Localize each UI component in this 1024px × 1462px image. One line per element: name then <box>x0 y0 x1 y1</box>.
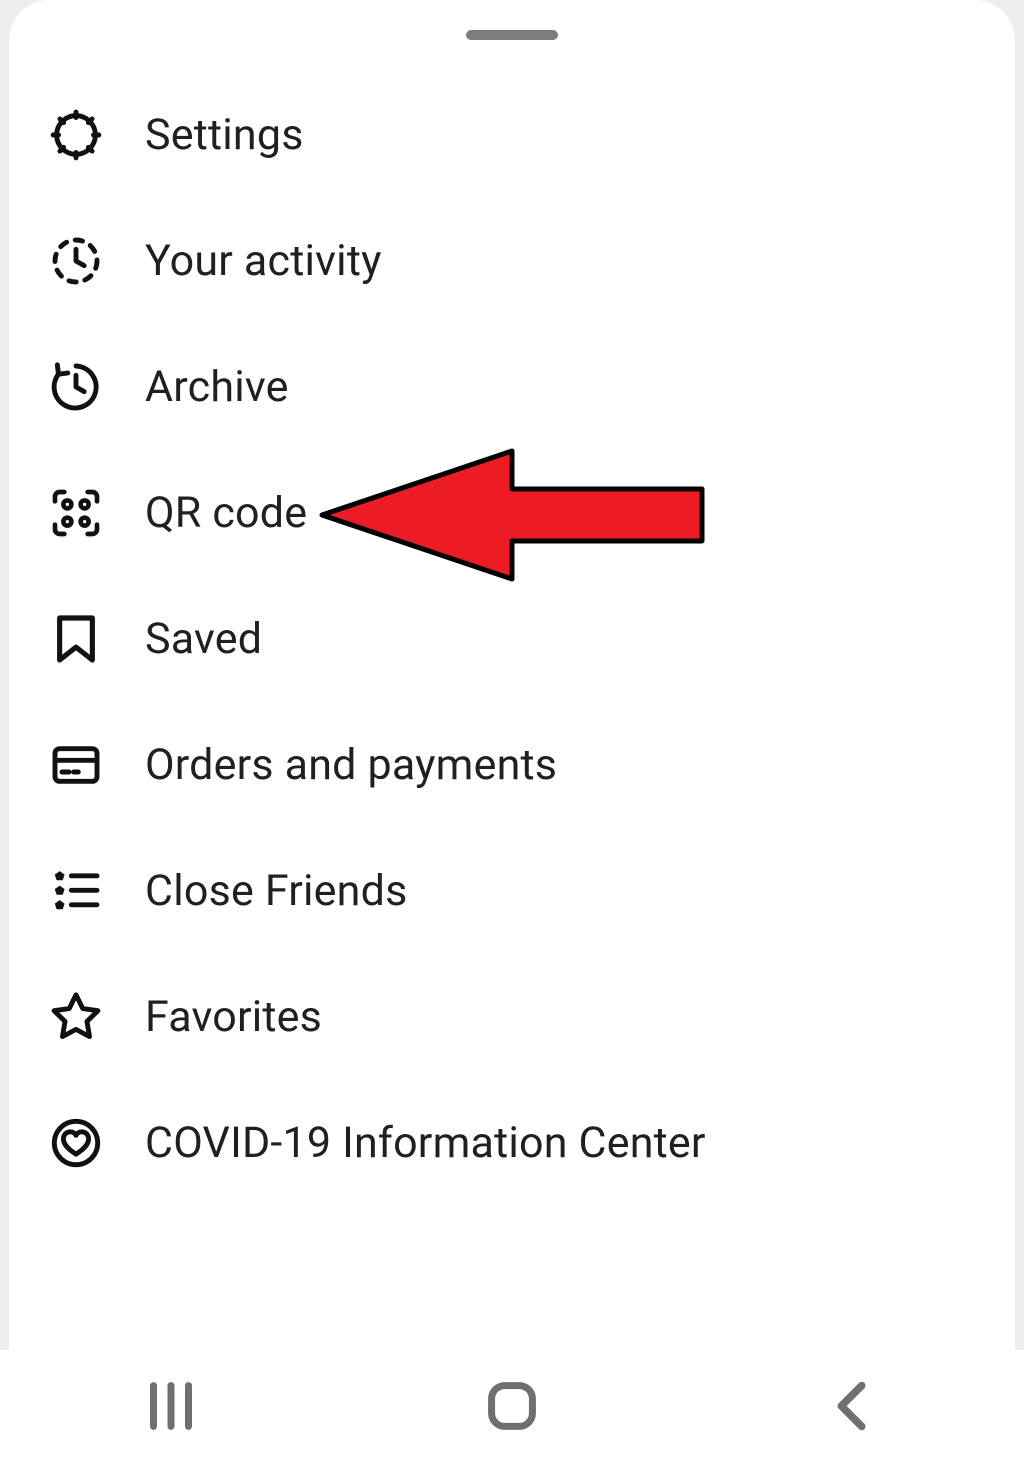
nav-recents-button[interactable] <box>71 1350 271 1462</box>
menu-item-settings[interactable]: Settings <box>9 72 1015 198</box>
menu-item-label: Close Friends <box>145 866 407 916</box>
menu-item-your-activity[interactable]: Your activity <box>9 198 1015 324</box>
bottom-sheet: Settings Your activity Archive <box>9 0 1015 1350</box>
covid-icon <box>45 1112 107 1174</box>
qr-code-icon <box>45 482 107 544</box>
orders-icon <box>45 734 107 796</box>
menu-item-saved[interactable]: Saved <box>9 576 1015 702</box>
menu-list: Settings Your activity Archive <box>9 72 1015 1206</box>
menu-item-qr-code[interactable]: QR code <box>9 450 1015 576</box>
menu-item-label: Orders and payments <box>145 740 557 790</box>
android-nav-bar <box>0 1350 1024 1462</box>
menu-item-label: QR code <box>145 488 307 538</box>
saved-icon <box>45 608 107 670</box>
gear-icon <box>45 104 107 166</box>
activity-icon <box>45 230 107 292</box>
menu-item-label: Favorites <box>145 992 322 1042</box>
menu-item-archive[interactable]: Archive <box>9 324 1015 450</box>
menu-item-covid-info[interactable]: COVID-19 Information Center <box>9 1080 1015 1206</box>
archive-icon <box>45 356 107 418</box>
favorites-icon <box>45 986 107 1048</box>
menu-item-label: Saved <box>145 614 262 664</box>
drag-handle[interactable] <box>466 30 558 40</box>
menu-item-label: Settings <box>145 110 304 160</box>
menu-item-close-friends[interactable]: Close Friends <box>9 828 1015 954</box>
menu-item-label: Archive <box>145 362 289 412</box>
menu-item-label: COVID-19 Information Center <box>145 1118 706 1168</box>
menu-item-favorites[interactable]: Favorites <box>9 954 1015 1080</box>
menu-item-label: Your activity <box>145 236 382 286</box>
nav-home-button[interactable] <box>412 1350 612 1462</box>
menu-item-orders-payments[interactable]: Orders and payments <box>9 702 1015 828</box>
close-friends-icon <box>45 860 107 922</box>
nav-back-button[interactable] <box>753 1350 953 1462</box>
